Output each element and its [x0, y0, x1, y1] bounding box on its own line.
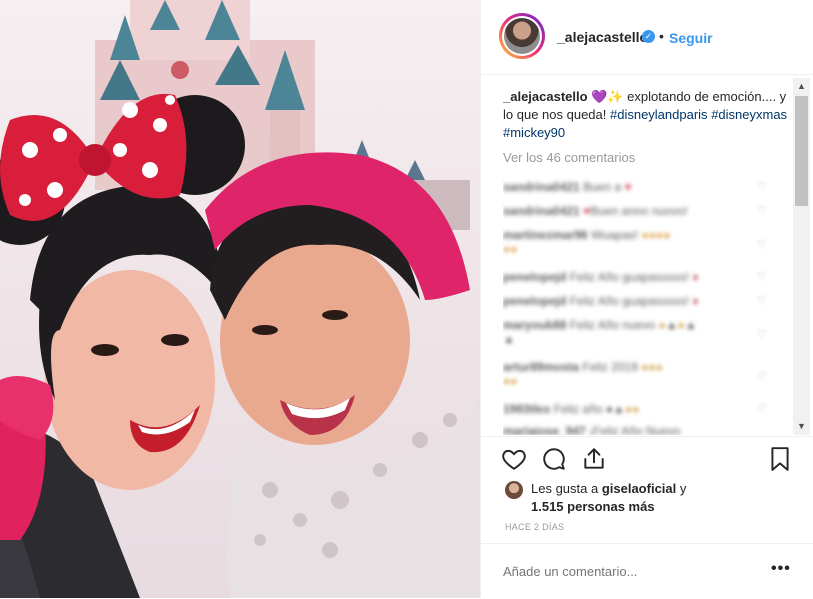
list-item: mariaiose_947 ¡Feliz Año Nuevo — [503, 424, 680, 435]
liker-username[interactable]: giselaoficial — [602, 481, 676, 496]
hashtag[interactable]: #disneyxmas — [711, 107, 787, 122]
caption-username[interactable]: _alejacastello — [503, 89, 588, 104]
post-photo[interactable] — [0, 0, 480, 598]
comment-text: Feliz 2019 — [582, 360, 638, 374]
comment-text: Buen anno nuovo! — [590, 204, 688, 218]
comment-like-icon[interactable]: ♡ — [757, 270, 767, 283]
comments-scrollbar[interactable]: ▲ ▼ — [793, 78, 810, 435]
header-separator: • — [659, 28, 664, 44]
comment-like-icon[interactable]: ♡ — [757, 294, 767, 307]
likes-others-link[interactable]: 1.515 personas más — [531, 499, 655, 514]
view-all-comments-link[interactable]: Ver los 46 comentarios — [503, 150, 635, 165]
likes-suffix: y — [676, 481, 687, 496]
comment-username[interactable]: maryouk88 — [503, 318, 566, 332]
list-item: 1983tlex Feliz año ●▲●● — [503, 402, 640, 416]
comment-username[interactable]: sandrina0421 — [503, 180, 580, 194]
photo-illustration — [0, 0, 480, 598]
comment-like-icon[interactable]: ♡ — [757, 204, 767, 217]
scroll-up-arrow-icon[interactable]: ▲ — [793, 78, 810, 95]
list-item: penelopejd Feliz Año guapasssss! ♦ — [503, 270, 699, 284]
hashtag[interactable]: #mickey90 — [503, 125, 565, 140]
comment-text: Feliz Año guapasssss! — [569, 270, 690, 284]
comment-like-icon[interactable]: ♡ — [757, 370, 767, 383]
comment-username[interactable]: mariaiose_947 — [503, 424, 586, 435]
list-item: penelopejd Feliz Año guapasssss! ♦ — [503, 294, 699, 308]
more-options-button[interactable]: ••• — [771, 560, 791, 578]
comment-username[interactable]: martinezmar96 — [503, 228, 588, 242]
comment-text: Buen a — [583, 180, 622, 194]
verified-icon: ✓ — [642, 30, 655, 43]
list-item: maryouk88 Feliz Año nuevo ●▲●▲ ▲ — [503, 318, 697, 346]
list-item: sandrina0421 ♥Buen anno nuovo! — [503, 204, 688, 218]
comment-username[interactable]: sandrina0421 — [503, 204, 580, 218]
comment-like-icon[interactable]: ♡ — [757, 402, 767, 415]
comment-input[interactable] — [503, 564, 733, 579]
comments-list: _alejacastello 💜✨ explotando de emoción.… — [503, 80, 793, 435]
post-sidebar: _alejacastello ✓ • Seguir _alejacastello… — [480, 0, 813, 598]
comment-text: Wuapas! — [591, 228, 639, 242]
follow-button[interactable]: Seguir — [669, 30, 713, 46]
share-icon[interactable] — [581, 446, 607, 472]
comment-text: Feliz Año nuevo — [569, 318, 656, 332]
comment-username[interactable]: penelopejd — [503, 270, 566, 284]
comment-username[interactable]: penelopejd — [503, 294, 566, 308]
bookmark-icon[interactable] — [767, 446, 793, 472]
scrollbar-thumb[interactable] — [795, 96, 808, 206]
comment-like-icon[interactable]: ♡ — [757, 328, 767, 341]
list-item: martinezmar96 Wuapas! ●●●● ●● — [503, 228, 671, 256]
comment-username[interactable]: 1983tlex — [503, 402, 550, 416]
hashtag[interactable]: #disneylandparis — [610, 107, 708, 122]
post-timestamp[interactable]: HACE 2 DÍAS — [505, 522, 564, 532]
list-item: artur89mosta Feliz 2019 ●●● ●● — [503, 360, 663, 388]
header-username[interactable]: _alejacastello — [557, 29, 648, 45]
comment-text: ¡Feliz Año Nuevo — [589, 424, 681, 435]
comment-text: Feliz año — [553, 402, 603, 416]
likes-prefix: Les gusta a — [531, 481, 602, 496]
comment-like-icon[interactable]: ♡ — [757, 238, 767, 251]
heart-icon[interactable] — [501, 446, 527, 472]
liker-avatar[interactable] — [505, 481, 523, 499]
comment-username[interactable]: artur89mosta — [503, 360, 579, 374]
comment-icon[interactable] — [541, 446, 567, 472]
comment-like-icon[interactable]: ♡ — [757, 180, 767, 193]
scroll-down-arrow-icon[interactable]: ▼ — [793, 418, 810, 435]
add-comment-bar: ••• — [481, 543, 813, 599]
list-item: sandrina0421 Buen a ♥ — [503, 180, 632, 194]
caption-emojis: 💜✨ — [591, 89, 624, 104]
caption: _alejacastello 💜✨ explotando de emoción.… — [503, 88, 793, 142]
action-bar — [481, 436, 813, 481]
avatar[interactable] — [499, 13, 545, 59]
post-header: _alejacastello ✓ • Seguir — [481, 0, 813, 75]
comment-text: Feliz Año guapasssss! — [569, 294, 690, 308]
